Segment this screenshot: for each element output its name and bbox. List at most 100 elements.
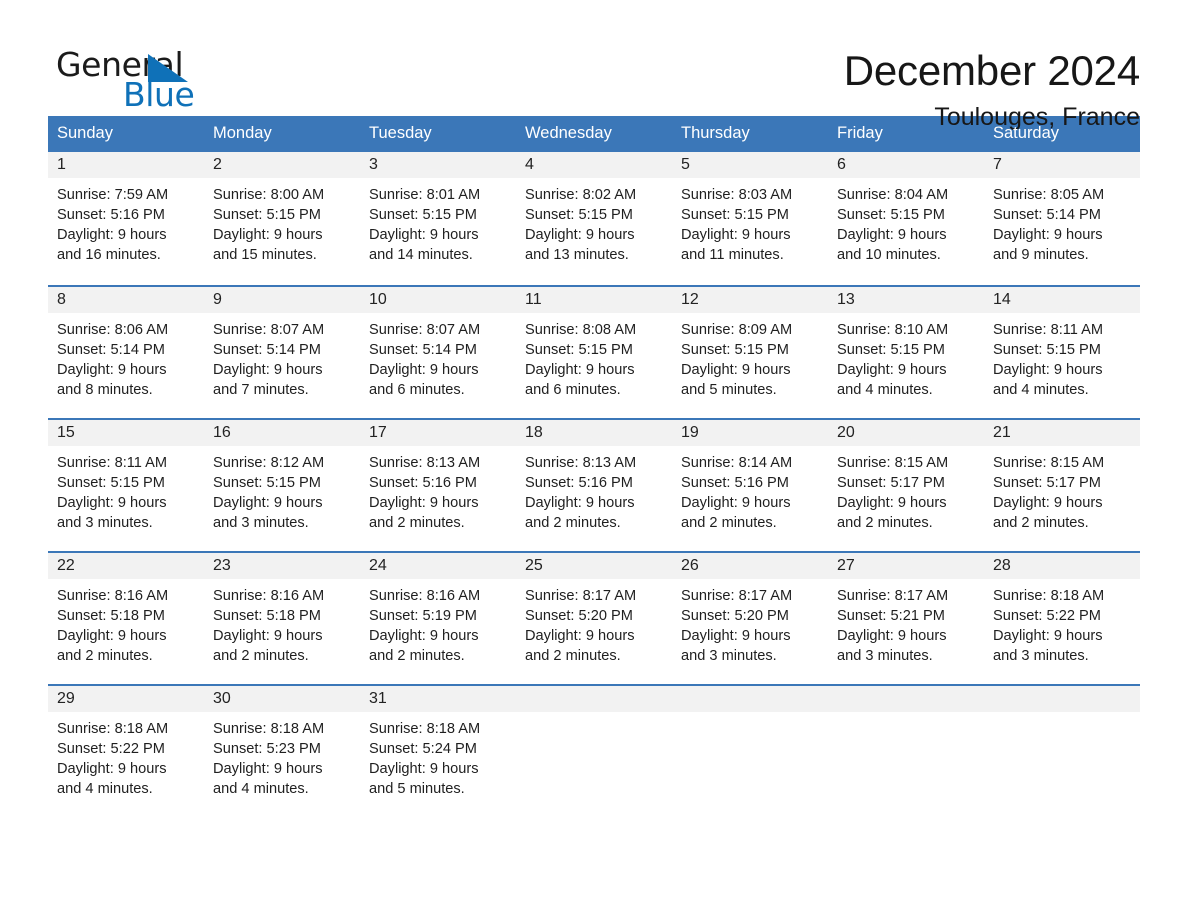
daylight-text-line1: Daylight: 9 hours xyxy=(213,495,323,511)
day-cell[interactable]: 2 Sunrise: 8:00 AM Sunset: 5:15 PM Daylight… xyxy=(204,152,360,285)
daylight-text-line1: Daylight: 9 hours xyxy=(213,227,323,243)
day-cell[interactable]: 13 Sunrise: 8:10 AM Sunset: 5:15 PM Dayligh… xyxy=(828,285,984,418)
day-info: Sunrise: 8:05 AM Sunset: 5:14 PM Daylight:… xyxy=(984,178,1140,265)
sunrise-text: Sunrise: 8:03 AM xyxy=(681,187,793,203)
day-cell[interactable]: 9 Sunrise: 8:07 AM Sunset: 5:14 PM Daylight… xyxy=(204,285,360,418)
day-cell[interactable]: 29 Sunrise: 8:18 AM Sunset: 5:22 PM Dayligh… xyxy=(48,684,204,817)
daylight-text-line1: Daylight: 9 hours xyxy=(993,495,1103,511)
day-number: 9 xyxy=(204,287,360,313)
sunrise-text: Sunrise: 8:04 AM xyxy=(837,187,949,203)
day-cell[interactable]: 1 Sunrise: 7:59 AM Sunset: 5:16 PM Daylight… xyxy=(48,152,204,285)
day-cell[interactable]: 4 Sunrise: 8:02 AM Sunset: 5:15 PM Daylight… xyxy=(516,152,672,285)
day-number: 16 xyxy=(204,420,360,446)
week-row: 8 Sunrise: 8:06 AM Sunset: 5:14 PM Daylight… xyxy=(48,285,1140,418)
day-info: Sunrise: 8:04 AM Sunset: 5:15 PM Daylight:… xyxy=(828,178,984,265)
daylight-text-line1: Daylight: 9 hours xyxy=(369,628,479,644)
sunrise-text: Sunrise: 8:10 AM xyxy=(837,322,949,338)
location-subtitle: Toulouges, France xyxy=(934,103,1140,132)
day-number: 30 xyxy=(204,686,360,712)
daylight-text-line2: and 2 minutes. xyxy=(681,515,777,531)
day-number: 29 xyxy=(48,686,204,712)
sunset-text: Sunset: 5:22 PM xyxy=(57,741,165,757)
day-cell[interactable]: 26 Sunrise: 8:17 AM Sunset: 5:20 PM Dayligh… xyxy=(672,551,828,684)
daylight-text-line2: and 4 minutes. xyxy=(57,781,153,797)
day-cell[interactable]: 7 Sunrise: 8:05 AM Sunset: 5:14 PM Daylight… xyxy=(984,152,1140,285)
day-cell[interactable]: 19 Sunrise: 8:14 AM Sunset: 5:16 PM Dayligh… xyxy=(672,418,828,551)
day-cell[interactable]: 5 Sunrise: 8:03 AM Sunset: 5:15 PM Daylight… xyxy=(672,152,828,285)
day-info: Sunrise: 8:02 AM Sunset: 5:15 PM Daylight:… xyxy=(516,178,672,265)
day-number: 2 xyxy=(204,152,360,178)
daylight-text-line2: and 13 minutes. xyxy=(525,247,629,263)
sunrise-text: Sunrise: 8:13 AM xyxy=(369,455,481,471)
sunrise-text: Sunrise: 8:18 AM xyxy=(213,721,325,737)
sunrise-text: Sunrise: 7:59 AM xyxy=(57,187,169,203)
day-info: Sunrise: 8:18 AM Sunset: 5:22 PM Daylight:… xyxy=(984,579,1140,666)
sunset-text: Sunset: 5:18 PM xyxy=(213,608,321,624)
day-cell[interactable]: 21 Sunrise: 8:15 AM Sunset: 5:17 PM Dayligh… xyxy=(984,418,1140,551)
sunset-text: Sunset: 5:14 PM xyxy=(57,342,165,358)
day-cell[interactable]: 15 Sunrise: 8:11 AM Sunset: 5:15 PM Dayligh… xyxy=(48,418,204,551)
day-number: 4 xyxy=(516,152,672,178)
day-cell[interactable]: 12 Sunrise: 8:09 AM Sunset: 5:15 PM Dayligh… xyxy=(672,285,828,418)
daylight-text-line2: and 4 minutes. xyxy=(213,781,309,797)
day-info: Sunrise: 8:17 AM Sunset: 5:21 PM Daylight:… xyxy=(828,579,984,666)
sunrise-text: Sunrise: 8:01 AM xyxy=(369,187,481,203)
sunrise-text: Sunrise: 8:00 AM xyxy=(213,187,325,203)
daylight-text-line2: and 3 minutes. xyxy=(837,648,933,664)
day-number: 5 xyxy=(672,152,828,178)
daylight-text-line2: and 14 minutes. xyxy=(369,247,473,263)
sunset-text: Sunset: 5:14 PM xyxy=(993,207,1101,223)
daylight-text-line2: and 7 minutes. xyxy=(213,382,309,398)
sunrise-text: Sunrise: 8:13 AM xyxy=(525,455,637,471)
day-info: Sunrise: 8:12 AM Sunset: 5:15 PM Daylight:… xyxy=(204,446,360,533)
day-number: 21 xyxy=(984,420,1140,446)
daylight-text-line2: and 3 minutes. xyxy=(213,515,309,531)
general-blue-logo: General Blue xyxy=(48,46,198,118)
day-info: Sunrise: 8:16 AM Sunset: 5:18 PM Daylight:… xyxy=(204,579,360,666)
daylight-text-line2: and 8 minutes. xyxy=(57,382,153,398)
sunrise-text: Sunrise: 8:07 AM xyxy=(369,322,481,338)
day-cell[interactable]: 30 Sunrise: 8:18 AM Sunset: 5:23 PM Dayligh… xyxy=(204,684,360,817)
day-cell[interactable]: 27 Sunrise: 8:17 AM Sunset: 5:21 PM Dayligh… xyxy=(828,551,984,684)
day-cell[interactable]: 8 Sunrise: 8:06 AM Sunset: 5:14 PM Daylight… xyxy=(48,285,204,418)
day-cell[interactable]: 25 Sunrise: 8:17 AM Sunset: 5:20 PM Dayligh… xyxy=(516,551,672,684)
day-cell[interactable]: 31 Sunrise: 8:18 AM Sunset: 5:24 PM Dayligh… xyxy=(360,684,516,817)
day-number: 14 xyxy=(984,287,1140,313)
day-cell-empty xyxy=(516,684,672,817)
daylight-text-line2: and 10 minutes. xyxy=(837,247,941,263)
day-info: Sunrise: 8:03 AM Sunset: 5:15 PM Daylight:… xyxy=(672,178,828,265)
day-cell[interactable]: 16 Sunrise: 8:12 AM Sunset: 5:15 PM Dayligh… xyxy=(204,418,360,551)
page-title: December 2024 xyxy=(843,47,1140,94)
day-cell[interactable]: 18 Sunrise: 8:13 AM Sunset: 5:16 PM Dayligh… xyxy=(516,418,672,551)
day-info: Sunrise: 8:01 AM Sunset: 5:15 PM Daylight:… xyxy=(360,178,516,265)
daylight-text-line2: and 2 minutes. xyxy=(837,515,933,531)
day-info xyxy=(516,712,672,719)
daylight-text-line1: Daylight: 9 hours xyxy=(213,761,323,777)
daylight-text-line2: and 5 minutes. xyxy=(369,781,465,797)
day-info: Sunrise: 8:09 AM Sunset: 5:15 PM Daylight:… xyxy=(672,313,828,400)
daylight-text-line2: and 4 minutes. xyxy=(993,382,1089,398)
sunset-text: Sunset: 5:17 PM xyxy=(837,475,945,491)
day-cell[interactable]: 3 Sunrise: 8:01 AM Sunset: 5:15 PM Daylight… xyxy=(360,152,516,285)
day-cell[interactable]: 20 Sunrise: 8:15 AM Sunset: 5:17 PM Dayligh… xyxy=(828,418,984,551)
daylight-text-line1: Daylight: 9 hours xyxy=(213,362,323,378)
day-cell[interactable]: 24 Sunrise: 8:16 AM Sunset: 5:19 PM Dayligh… xyxy=(360,551,516,684)
daylight-text-line1: Daylight: 9 hours xyxy=(681,362,791,378)
day-cell[interactable]: 28 Sunrise: 8:18 AM Sunset: 5:22 PM Dayligh… xyxy=(984,551,1140,684)
day-info: Sunrise: 8:06 AM Sunset: 5:14 PM Daylight:… xyxy=(48,313,204,400)
day-cell[interactable]: 17 Sunrise: 8:13 AM Sunset: 5:16 PM Dayligh… xyxy=(360,418,516,551)
day-info: Sunrise: 8:13 AM Sunset: 5:16 PM Daylight:… xyxy=(516,446,672,533)
daylight-text-line2: and 2 minutes. xyxy=(993,515,1089,531)
day-cell[interactable]: 14 Sunrise: 8:11 AM Sunset: 5:15 PM Dayligh… xyxy=(984,285,1140,418)
day-number: 25 xyxy=(516,553,672,579)
day-cell[interactable]: 10 Sunrise: 8:07 AM Sunset: 5:14 PM Dayligh… xyxy=(360,285,516,418)
daylight-text-line1: Daylight: 9 hours xyxy=(993,227,1103,243)
sunset-text: Sunset: 5:15 PM xyxy=(57,475,165,491)
day-cell[interactable]: 23 Sunrise: 8:16 AM Sunset: 5:18 PM Dayligh… xyxy=(204,551,360,684)
day-cell[interactable]: 6 Sunrise: 8:04 AM Sunset: 5:15 PM Daylight… xyxy=(828,152,984,285)
day-cell[interactable]: 22 Sunrise: 8:16 AM Sunset: 5:18 PM Dayligh… xyxy=(48,551,204,684)
day-info: Sunrise: 8:08 AM Sunset: 5:15 PM Daylight:… xyxy=(516,313,672,400)
day-number: 18 xyxy=(516,420,672,446)
day-cell[interactable]: 11 Sunrise: 8:08 AM Sunset: 5:15 PM Dayligh… xyxy=(516,285,672,418)
sunset-text: Sunset: 5:14 PM xyxy=(369,342,477,358)
